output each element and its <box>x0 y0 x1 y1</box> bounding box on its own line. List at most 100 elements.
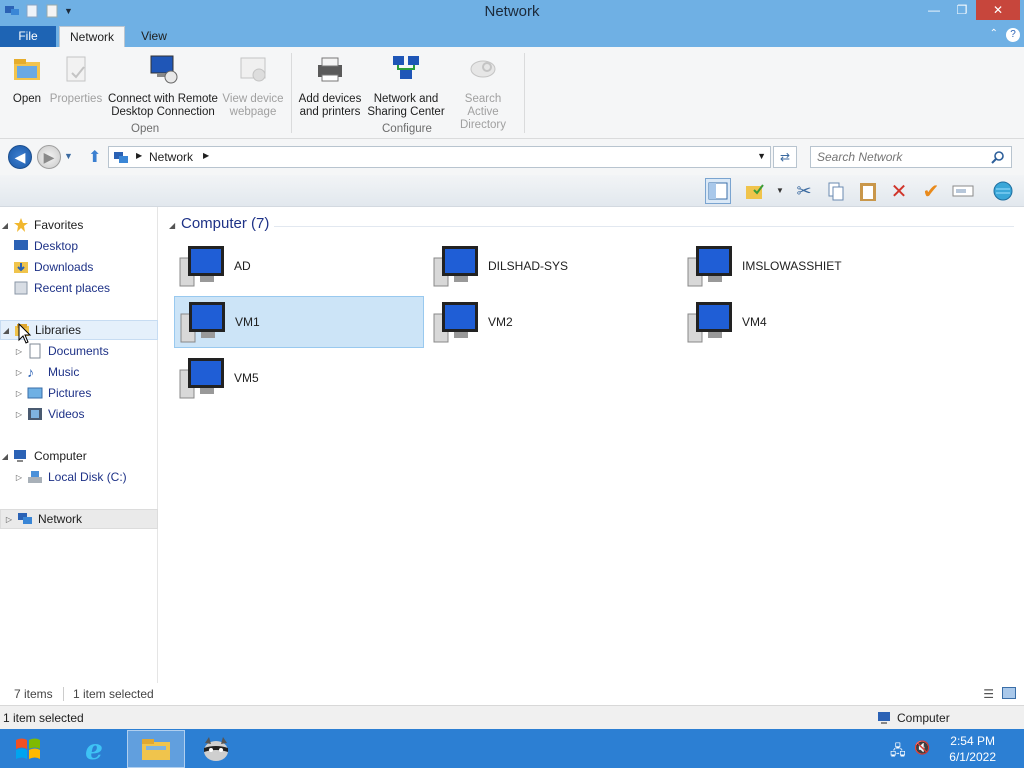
forward-button[interactable]: ▶ <box>37 145 61 169</box>
large-icons-view-icon[interactable] <box>1002 687 1016 699</box>
open-button[interactable]: Open <box>6 53 48 106</box>
refresh-button[interactable]: ⇄ <box>773 146 797 168</box>
clock[interactable]: 2:54 PM 6/1/2022 <box>949 733 996 765</box>
tab-network[interactable]: Network <box>59 26 125 47</box>
mouse-cursor-icon <box>18 323 32 344</box>
group-header[interactable]: Computer (7) <box>181 215 269 232</box>
paste-button[interactable] <box>855 178 881 204</box>
expand-icon[interactable]: ◢ <box>0 452 10 461</box>
documents-icon <box>29 343 41 359</box>
volume-muted-icon[interactable]: 🔇 <box>914 740 930 756</box>
search-box[interactable] <box>810 146 1012 168</box>
rename-button[interactable] <box>950 178 976 204</box>
expand-icon[interactable]: ◢ <box>1 326 11 335</box>
computer-tile-vm1[interactable]: VM1 <box>174 296 424 348</box>
ribbon-separator <box>291 53 292 133</box>
nav-desktop[interactable]: Desktop <box>0 236 158 256</box>
details-view-icon[interactable]: ☰ <box>983 687 994 701</box>
group-collapse-icon[interactable]: ◢ <box>169 221 175 230</box>
close-button[interactable]: ✕ <box>976 0 1020 20</box>
nav-music[interactable]: ▷ ♪ Music <box>0 362 158 382</box>
add-devices-button[interactable]: Add devices and printers <box>296 53 364 119</box>
computer-icon <box>433 302 478 343</box>
rename-icon <box>952 185 974 197</box>
file-view: ◢ Computer (7) AD DILSHAD-SYS IMSLOWASSH… <box>159 207 1024 683</box>
address-bar[interactable]: ▶ Network ▶ ▼ <box>108 146 771 168</box>
group-divider <box>274 226 1014 227</box>
taskbar: e 🖧 🔇 2:54 PM 6/1/2022 <box>0 729 1024 768</box>
directory-search-icon <box>470 60 496 78</box>
properties-button[interactable]: Properties <box>48 53 104 106</box>
command-toolbar: ▼ ✂ ✕ ✔ <box>0 175 1024 207</box>
printer-icon <box>318 57 342 82</box>
computer-icon <box>878 712 890 724</box>
folder-options-dropdown-icon[interactable]: ▼ <box>776 186 784 195</box>
computer-icon <box>14 450 26 462</box>
nav-favorites[interactable]: ◢ Favorites <box>0 215 158 235</box>
check-button[interactable]: ✔ <box>918 178 944 204</box>
file-explorer-button[interactable] <box>127 730 185 768</box>
collapsed-arrow-icon[interactable]: ▷ <box>4 515 14 524</box>
nav-pictures[interactable]: ▷ Pictures <box>0 383 158 403</box>
copy-button[interactable] <box>823 178 849 204</box>
network-tray-icon[interactable]: 🖧 <box>890 740 906 764</box>
computer-icon <box>179 246 224 287</box>
search-icon[interactable] <box>991 150 1005 164</box>
raccoon-app-button[interactable] <box>196 730 236 768</box>
recent-locations-dropdown-icon[interactable]: ▼ <box>64 151 73 161</box>
nav-downloads[interactable]: Downloads <box>0 257 158 277</box>
nav-local-disk[interactable]: ▷ Local Disk (C:) <box>0 467 158 487</box>
minimize-ribbon-icon[interactable]: ⌃ <box>990 28 998 42</box>
computer-tile-ad[interactable]: AD <box>174 240 424 292</box>
computer-icon <box>180 302 225 343</box>
nav-network[interactable]: ▷ Network <box>0 509 158 529</box>
ribbon: Open Properties Connect with Remote Desk… <box>0 47 1024 139</box>
start-button[interactable] <box>8 730 48 768</box>
network-sharing-icon <box>393 56 419 79</box>
computer-tile-imslowasshiet[interactable]: IMSLOWASSHIET <box>682 240 932 292</box>
tab-file[interactable]: File <box>0 26 56 47</box>
bottom-location-text: Computer <box>897 711 950 725</box>
nav-recent-places[interactable]: Recent places <box>0 278 158 298</box>
restore-button[interactable]: ❐ <box>948 0 976 20</box>
internet-explorer-button[interactable]: e <box>74 730 114 768</box>
bottom-selection-text: 1 item selected <box>3 711 84 725</box>
globe-button[interactable] <box>990 178 1016 204</box>
collapsed-arrow-icon[interactable]: ▷ <box>14 368 24 377</box>
cut-button[interactable]: ✂ <box>791 178 817 204</box>
folder-options-button[interactable] <box>742 178 768 204</box>
collapsed-arrow-icon[interactable]: ▷ <box>14 410 24 419</box>
breadcrumb-separator-icon[interactable]: ▶ <box>203 151 209 160</box>
minimize-button[interactable]: — <box>920 0 948 20</box>
computer-tile-dilshad-sys[interactable]: DILSHAD-SYS <box>428 240 678 292</box>
window-title: Network <box>484 3 540 20</box>
star-icon <box>14 218 28 232</box>
network-icon <box>18 513 32 524</box>
nav-computer[interactable]: ◢ Computer <box>0 446 158 466</box>
preview-pane-button[interactable] <box>705 178 731 204</box>
computer-tile-vm4[interactable]: VM4 <box>682 296 932 348</box>
expand-icon[interactable]: ◢ <box>0 221 10 230</box>
view-device-webpage-button[interactable]: View device webpage <box>220 53 286 119</box>
copy-icon <box>828 182 844 201</box>
search-active-directory-button[interactable]: Search Active Directory <box>448 53 518 132</box>
connect-remote-desktop-button[interactable]: Connect with Remote Desktop Connection <box>106 53 220 119</box>
item-count: 7 items <box>14 687 53 701</box>
breadcrumb-separator-icon[interactable]: ▶ <box>136 151 142 160</box>
computer-tile-vm2[interactable]: VM2 <box>428 296 678 348</box>
nav-videos[interactable]: ▷ Videos <box>0 404 158 424</box>
collapsed-arrow-icon[interactable]: ▷ <box>14 347 24 356</box>
breadcrumb-network[interactable]: Network <box>149 150 193 164</box>
search-input[interactable] <box>811 147 981 167</box>
back-button[interactable]: ◀ <box>8 145 32 169</box>
tab-view[interactable]: View <box>131 26 177 47</box>
computer-tile-vm5[interactable]: VM5 <box>174 352 424 404</box>
up-arrow-icon[interactable]: ⬆ <box>88 147 101 167</box>
collapsed-arrow-icon[interactable]: ▷ <box>14 473 24 482</box>
address-dropdown-icon[interactable]: ▼ <box>757 151 766 161</box>
delete-button[interactable]: ✕ <box>886 178 912 204</box>
help-icon[interactable]: ? <box>1006 28 1020 42</box>
collapsed-arrow-icon[interactable]: ▷ <box>14 389 24 398</box>
network-sharing-center-button[interactable]: Network and Sharing Center <box>366 53 446 119</box>
downloads-icon <box>14 262 28 273</box>
